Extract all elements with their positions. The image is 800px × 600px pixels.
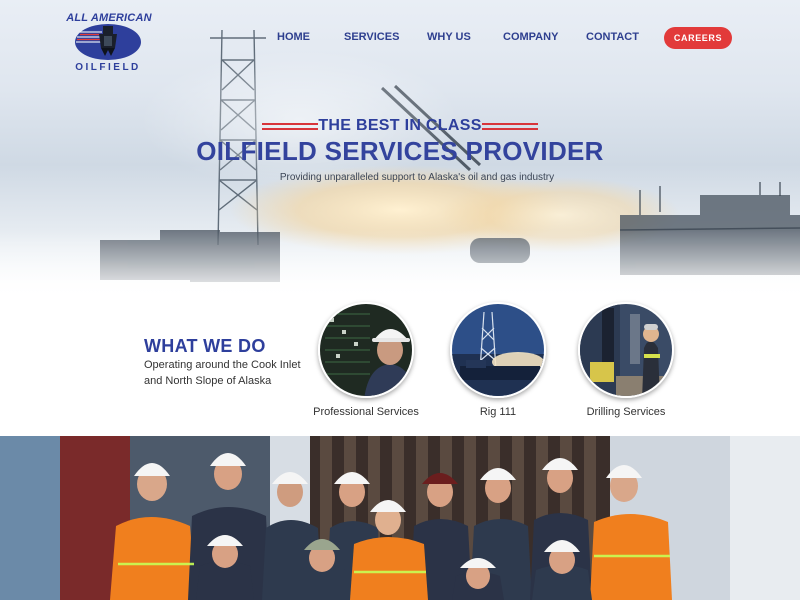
- service-rig-111[interactable]: Rig 111: [433, 302, 563, 418]
- nav-services[interactable]: SERVICES: [344, 31, 399, 43]
- what-we-do-title: WHAT WE DO: [144, 336, 266, 356]
- service-label: Rig 111: [479, 406, 517, 418]
- nav-company[interactable]: COMPANY: [503, 31, 558, 43]
- nav-contact[interactable]: CONTACT: [586, 31, 639, 43]
- kicker-left-lines: [262, 123, 318, 130]
- hero-banner: ALL AMERICAN OILFIELD HOME SERVICES WHY …: [0, 0, 800, 300]
- kicker-right-lines: [482, 123, 538, 130]
- what-we-do-description: Operating around the Cook Inlet and Nort…: [144, 359, 301, 387]
- hero-tagline: Providing unparalleled support to Alaska…: [279, 172, 555, 183]
- logo-bottom-text: OILFIELD: [75, 62, 141, 73]
- hero-kicker-row: THE BEST IN CLASS: [200, 117, 600, 137]
- service-drilling[interactable]: Drilling Services: [561, 302, 691, 418]
- hero-kicker: THE BEST IN CLASS: [318, 117, 482, 134]
- technician-photo-icon: [318, 302, 414, 398]
- drill-floor-photo-icon: [578, 302, 674, 398]
- nav-home[interactable]: HOME: [277, 31, 310, 43]
- service-professional[interactable]: Professional Services: [301, 302, 431, 418]
- crew-photo-illustration: [0, 436, 800, 600]
- careers-button[interactable]: CAREERS: [664, 27, 732, 49]
- hero-headline: OILFIELD SERVICES PROVIDER: [196, 136, 604, 166]
- drilling-rig-photo-icon: [450, 302, 546, 398]
- service-label: Professional Services: [313, 406, 419, 418]
- service-label: Drilling Services: [586, 406, 666, 418]
- nav-why-us[interactable]: WHY US: [427, 31, 471, 43]
- crew-team-photo: [0, 436, 800, 600]
